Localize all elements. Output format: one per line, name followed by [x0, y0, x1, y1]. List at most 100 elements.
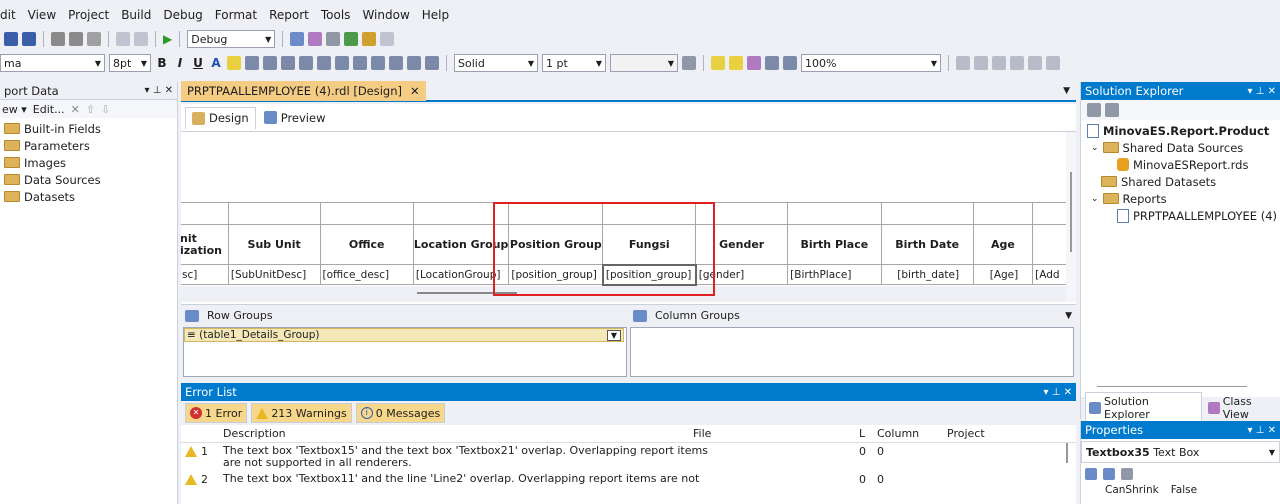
- edit-button[interactable]: Edit...: [33, 103, 65, 116]
- tools-icon[interactable]: [326, 32, 341, 46]
- menu-window[interactable]: Window: [362, 8, 409, 22]
- column-file[interactable]: File: [693, 427, 859, 440]
- layout-middle-icon[interactable]: [1028, 56, 1042, 70]
- menu-build[interactable]: Build: [121, 8, 151, 22]
- find-icon[interactable]: [290, 32, 305, 46]
- zoom-select[interactable]: 100% ▼: [801, 54, 941, 72]
- tree-item-parameters[interactable]: Parameters: [4, 137, 177, 154]
- header-cell-unit[interactable]: nit ization: [181, 224, 229, 265]
- align-right-icon[interactable]: [281, 56, 295, 70]
- redo-icon[interactable]: [134, 32, 148, 46]
- expand-icon[interactable]: ⌄: [1091, 194, 1099, 204]
- window-icon[interactable]: [380, 32, 395, 46]
- tab-report-design[interactable]: PRPTPAALLEMPLOYEE (4).rdl [Design] ✕: [181, 81, 426, 101]
- tree-item-images[interactable]: Images: [4, 154, 177, 171]
- property-pages-icon[interactable]: [1121, 468, 1133, 480]
- error-list-scrollbar[interactable]: [1066, 443, 1068, 463]
- layout-top-icon[interactable]: [1010, 56, 1024, 70]
- save-all-icon[interactable]: [22, 32, 36, 46]
- list-alt-icon[interactable]: [353, 56, 367, 70]
- column-column[interactable]: Column: [877, 427, 947, 440]
- tree-item-shared-datasets[interactable]: Shared Datasets: [1087, 173, 1280, 190]
- tree-item-report-file[interactable]: PRPTPAALLEMPLOYEE (4): [1087, 207, 1280, 224]
- tab-solution-explorer[interactable]: Solution Explorer: [1085, 392, 1202, 424]
- detail-cell-office[interactable]: [office_desc]: [319, 264, 414, 285]
- categorized-icon[interactable]: [1085, 468, 1097, 480]
- panel-controls[interactable]: ▾ ⊥ ✕: [1044, 387, 1072, 398]
- move-up-icon[interactable]: ⇧: [86, 103, 95, 116]
- tree-item-datasets[interactable]: Datasets: [4, 188, 177, 205]
- menu-project[interactable]: Project: [68, 8, 109, 22]
- solution-config-select[interactable]: Debug ▼: [187, 30, 276, 48]
- tree-item-shared-data-sources[interactable]: ⌄ Shared Data Sources: [1087, 139, 1280, 156]
- messages-filter-button[interactable]: i0 Messages: [355, 403, 446, 423]
- border-style-select[interactable]: Solid ▼: [454, 54, 538, 72]
- detail-cell-birth-place[interactable]: [BirthPlace]: [787, 264, 882, 285]
- font-color-button[interactable]: A: [209, 56, 223, 70]
- indent-icon[interactable]: [371, 56, 385, 70]
- header-cell-sub-unit[interactable]: Sub Unit: [227, 224, 321, 265]
- solution-explorer-scrollbar[interactable]: [1097, 386, 1247, 387]
- underline-button[interactable]: U: [191, 56, 205, 70]
- refresh-icon[interactable]: [1105, 103, 1119, 117]
- props-icon[interactable]: [747, 56, 761, 70]
- borders-icon[interactable]: [682, 56, 696, 70]
- layout-right-icon[interactable]: [992, 56, 1006, 70]
- start-debug-icon[interactable]: ▶: [163, 32, 172, 46]
- vertical-scrollbar[interactable]: [1066, 132, 1076, 302]
- tab-class-view[interactable]: Class View: [1207, 395, 1280, 421]
- column-description[interactable]: Description: [223, 427, 693, 440]
- panel-controls[interactable]: ▾ ⊥ ✕: [1248, 86, 1276, 97]
- list-bullet-icon[interactable]: [335, 56, 349, 70]
- outdent-alt-icon[interactable]: [425, 56, 439, 70]
- border-color-select[interactable]: ▼: [610, 54, 678, 72]
- grouping-dropdown[interactable]: ▼: [1065, 311, 1072, 321]
- tab-list-dropdown[interactable]: ▼: [1063, 86, 1070, 96]
- italic-button[interactable]: I: [173, 56, 187, 70]
- numbered-list-icon[interactable]: [317, 56, 331, 70]
- align-left-icon[interactable]: [245, 56, 259, 70]
- tree-item-built-in-fields[interactable]: Built-in Fields: [4, 120, 177, 137]
- header-cell-age[interactable]: Age: [972, 224, 1034, 265]
- menu-report[interactable]: Report: [269, 8, 309, 22]
- detail-cell-unit[interactable]: sc]: [181, 264, 229, 285]
- panel-controls[interactable]: ▾ ⊥ ✕: [145, 85, 173, 96]
- header-cell-office[interactable]: Office: [319, 224, 414, 265]
- font-size-select[interactable]: 8pt ▼: [109, 54, 151, 72]
- new-menu[interactable]: ew ▾: [2, 103, 27, 116]
- detail-cell-birth-date[interactable]: [birth_date]: [880, 264, 974, 285]
- tree-item-data-sources[interactable]: Data Sources: [4, 171, 177, 188]
- row-group-item[interactable]: ≡ (table1_Details_Group) ▼: [184, 328, 624, 342]
- detail-cell-sub-unit[interactable]: [SubUnitDesc]: [227, 264, 321, 285]
- border-width-select[interactable]: 1 pt ▼: [542, 54, 606, 72]
- menu-tools[interactable]: Tools: [321, 8, 351, 22]
- close-icon[interactable]: ✕: [410, 84, 420, 98]
- header-cell-extra[interactable]: [1032, 224, 1066, 265]
- tree-item-project[interactable]: MinovaES.Report.Product: [1087, 122, 1280, 139]
- properties-object-select[interactable]: Textbox35 Text Box ▼: [1081, 441, 1280, 463]
- menu-format[interactable]: Format: [215, 8, 257, 22]
- detail-cell-extra[interactable]: [Add: [1032, 264, 1066, 285]
- menu-view[interactable]: View: [28, 8, 56, 22]
- save-icon[interactable]: [4, 32, 18, 46]
- toolbox-icon[interactable]: [344, 32, 359, 46]
- grouping-icon[interactable]: [729, 56, 743, 70]
- menu-help[interactable]: Help: [422, 8, 449, 22]
- warnings-filter-button[interactable]: 213 Warnings: [251, 403, 352, 423]
- layout-align-icon[interactable]: [956, 56, 970, 70]
- explorer-icon[interactable]: [362, 32, 377, 46]
- paste-icon[interactable]: [87, 32, 101, 46]
- bold-button[interactable]: B: [155, 56, 169, 70]
- outdent-icon[interactable]: [389, 56, 403, 70]
- align-center-icon[interactable]: [263, 56, 277, 70]
- column-project[interactable]: Project: [947, 427, 1027, 440]
- panel-controls[interactable]: ▾ ⊥ ✕: [1248, 425, 1276, 436]
- group-item-dropdown[interactable]: ▼: [607, 329, 621, 341]
- move-down-icon[interactable]: ⇩: [101, 103, 110, 116]
- layout-center-icon[interactable]: [974, 56, 988, 70]
- properties-icon[interactable]: [308, 32, 323, 46]
- font-name-select[interactable]: ma ▼: [0, 54, 105, 72]
- delete-icon[interactable]: ✕: [71, 103, 80, 116]
- property-row[interactable]: CanShrink False: [1081, 483, 1280, 497]
- undo-icon[interactable]: [116, 32, 130, 46]
